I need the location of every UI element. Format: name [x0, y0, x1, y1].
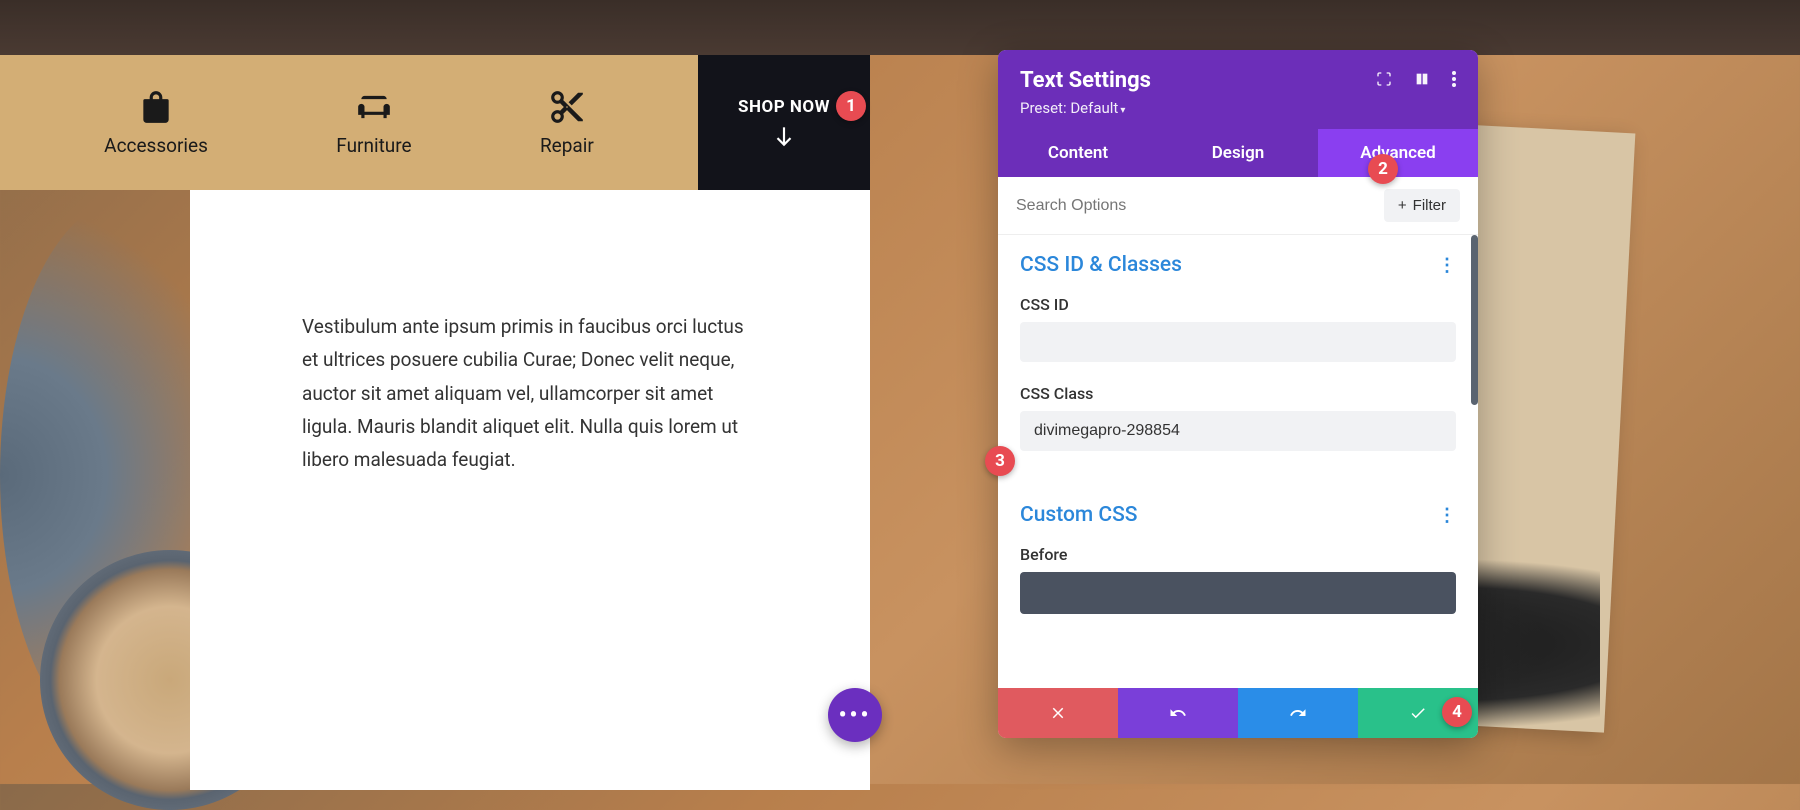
- tab-advanced[interactable]: Advanced: [1318, 129, 1478, 177]
- filter-label: Filter: [1413, 197, 1446, 214]
- before-label: Before: [1020, 545, 1456, 564]
- menu-item-label: Furniture: [336, 134, 411, 157]
- more-icon[interactable]: [1452, 71, 1456, 91]
- scrollbar[interactable]: [1471, 235, 1478, 405]
- search-input[interactable]: [1016, 197, 1372, 215]
- annotation-badge-3: 3: [985, 446, 1015, 476]
- css-class-input[interactable]: [1020, 411, 1456, 451]
- chevron-down-icon: ▾: [1120, 105, 1125, 116]
- panel-footer: [998, 688, 1478, 738]
- annotation-badge-1: 1: [836, 91, 866, 121]
- panel-header-actions: [1376, 71, 1456, 91]
- shop-now-button[interactable]: SHOP NOW: [698, 55, 870, 190]
- section-menu-button[interactable]: ⋮: [1438, 255, 1456, 276]
- content-body-text: Vestibulum ante ipsum primis in faucibus…: [302, 310, 750, 476]
- scissors-icon: [548, 88, 586, 126]
- arrow-down-icon: [771, 123, 797, 149]
- content-panel: Vestibulum ante ipsum primis in faucibus…: [190, 190, 870, 790]
- filter-button[interactable]: + Filter: [1384, 189, 1460, 222]
- expand-icon[interactable]: [1376, 71, 1392, 91]
- undo-icon: [1169, 704, 1187, 722]
- field-before: Before: [1020, 545, 1456, 614]
- ellipsis-icon: •••: [839, 703, 872, 728]
- tab-design[interactable]: Design: [1158, 129, 1318, 177]
- couch-icon: [355, 88, 393, 126]
- css-class-label: CSS Class: [1020, 384, 1456, 403]
- text-settings-panel: Text Settings Preset: Default▾ Content D…: [998, 50, 1478, 738]
- shop-now-label: SHOP NOW: [738, 97, 830, 117]
- css-id-input[interactable]: [1020, 322, 1456, 362]
- close-icon: [1049, 704, 1067, 722]
- module-options-fab[interactable]: •••: [828, 688, 882, 742]
- snap-icon[interactable]: [1414, 71, 1430, 91]
- plus-icon: +: [1398, 197, 1407, 214]
- before-code-input[interactable]: [1020, 572, 1456, 614]
- panel-title: Text Settings: [1020, 68, 1151, 93]
- annotation-badge-2: 2: [1368, 154, 1398, 184]
- panel-tabs: Content Design Advanced: [998, 129, 1478, 177]
- search-filter-row: + Filter: [998, 177, 1478, 235]
- section-title-custom-css[interactable]: Custom CSS: [1020, 503, 1138, 527]
- tab-content[interactable]: Content: [998, 129, 1158, 177]
- section-css-id-classes-header: CSS ID & Classes ⋮: [1020, 253, 1456, 277]
- category-menu-bar: Accessories Furniture Repair SHOP NOW: [0, 55, 870, 190]
- menu-item-accessories[interactable]: Accessories: [104, 88, 208, 157]
- check-icon: [1409, 704, 1427, 722]
- css-id-label: CSS ID: [1020, 295, 1456, 314]
- preset-label: Preset: Default: [1020, 99, 1118, 117]
- cancel-button[interactable]: [998, 688, 1118, 738]
- panel-body: CSS ID & Classes ⋮ CSS ID CSS Class Cust…: [998, 235, 1478, 688]
- menu-item-furniture[interactable]: Furniture: [336, 88, 411, 157]
- background-top: [0, 0, 1800, 55]
- bag-icon: [137, 88, 175, 126]
- undo-button[interactable]: [1118, 688, 1238, 738]
- annotation-badge-4: 4: [1442, 697, 1472, 727]
- section-custom-css-header: Custom CSS ⋮: [1020, 503, 1456, 527]
- category-menu: Accessories Furniture Repair: [0, 55, 698, 190]
- redo-button[interactable]: [1238, 688, 1358, 738]
- redo-icon: [1289, 704, 1307, 722]
- menu-item-label: Accessories: [104, 134, 208, 157]
- field-css-class: CSS Class: [1020, 384, 1456, 451]
- section-menu-button[interactable]: ⋮: [1438, 505, 1456, 526]
- menu-item-label: Repair: [540, 134, 594, 157]
- menu-item-repair[interactable]: Repair: [540, 88, 594, 157]
- field-css-id: CSS ID: [1020, 295, 1456, 362]
- panel-header: Text Settings Preset: Default▾: [998, 50, 1478, 129]
- preset-dropdown[interactable]: Preset: Default▾: [1020, 99, 1456, 117]
- section-title-css[interactable]: CSS ID & Classes: [1020, 253, 1182, 277]
